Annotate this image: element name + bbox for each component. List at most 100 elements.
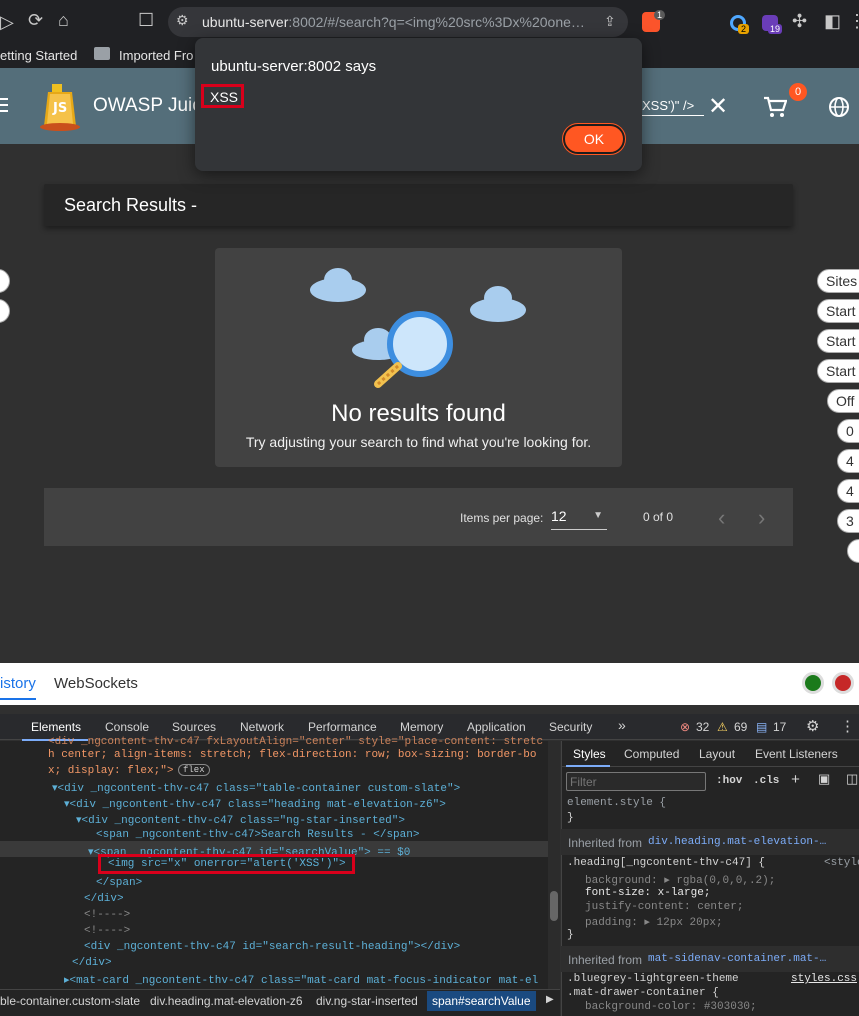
devtools-top-tab-websockets[interactable]: WebSockets: [54, 675, 138, 692]
message-count[interactable]: 17: [773, 720, 786, 734]
theme-rule-source[interactable]: styles.css: [791, 973, 857, 985]
hov-toggle[interactable]: :hov: [716, 775, 742, 787]
bookmark-icon[interactable]: ☐: [138, 10, 154, 31]
code-line-13[interactable]: <div _ngcontent-thv-c47 id="search-resul…: [84, 941, 460, 953]
tab-network[interactable]: Network: [240, 720, 284, 734]
next-page-icon[interactable]: ›: [758, 505, 765, 531]
extensions-puzzle-icon[interactable]: ✣: [792, 11, 807, 32]
breadcrumb-searchvalue[interactable]: span#searchValue: [427, 991, 536, 1011]
warning-count[interactable]: 69: [734, 720, 747, 734]
reload-icon[interactable]: ⟳: [28, 10, 43, 31]
code-line-12[interactable]: <!---->: [84, 925, 130, 937]
code-line-11[interactable]: <!---->: [84, 909, 130, 921]
forward-icon[interactable]: ▷: [0, 12, 14, 33]
styles-tab-layout[interactable]: Layout: [699, 747, 735, 761]
element-style-rule[interactable]: element.style {: [567, 797, 666, 809]
tab-memory[interactable]: Memory: [400, 720, 443, 734]
heading-prop-font-size[interactable]: font-size: x-large;: [585, 887, 710, 899]
styles-filter-input[interactable]: [566, 772, 706, 791]
hamburger-menu-icon[interactable]: [0, 98, 8, 112]
alert-ok-button[interactable]: OK: [562, 123, 626, 155]
cls-toggle[interactable]: .cls: [753, 775, 779, 787]
heading-prop-justify[interactable]: justify-content: center;: [585, 901, 743, 913]
code-line-6[interactable]: <span _ngcontent-thv-c47>Search Results …: [96, 829, 419, 841]
bookmark-getting-started[interactable]: etting Started: [0, 48, 77, 63]
tab-security[interactable]: Security: [549, 720, 592, 734]
status-green-icon[interactable]: [802, 672, 824, 694]
theme-prop-background-color[interactable]: background-color: #303030;: [585, 1001, 757, 1013]
code-line-5[interactable]: ▾<div _ngcontent-thv-c47 class="ng-star-…: [76, 813, 405, 827]
heading-rule-selector[interactable]: .heading[_ngcontent-thv-c47] {: [567, 857, 765, 869]
bug-icon[interactable]: [832, 672, 854, 694]
code-line-0: <div _ngcontent-thv-c47 fxLayoutAlign="c…: [48, 736, 544, 748]
flex-badge[interactable]: flex: [178, 764, 210, 776]
sidebar-toggle-styles-icon[interactable]: ◫: [846, 772, 858, 787]
share-icon[interactable]: ⇪: [604, 13, 616, 30]
code-line-9[interactable]: </span>: [96, 877, 142, 889]
heading-rule-source[interactable]: <style: [824, 857, 859, 869]
side-chip-4b[interactable]: 4: [837, 479, 859, 503]
code-line-14[interactable]: </div>: [72, 957, 112, 969]
heading-prop-background[interactable]: background: ▸ rgba(0,0,0,.2);: [585, 873, 775, 887]
side-chip-0[interactable]: 0: [837, 419, 859, 443]
tab-sources[interactable]: Sources: [172, 720, 216, 734]
breadcrumb-scroll-icon[interactable]: ▶: [546, 994, 554, 1005]
heading-text: Search Results -: [64, 195, 198, 215]
more-tabs-icon[interactable]: »: [618, 717, 626, 733]
devtools-menu-icon[interactable]: ⋮: [840, 717, 855, 735]
side-chip-sites[interactable]: Sites: [817, 269, 859, 293]
devtools-top-tab-history[interactable]: istory: [0, 675, 36, 700]
inherited-label-2: Inherited from: [568, 953, 643, 967]
code-line-3[interactable]: ▾<div _ngcontent-thv-c47 class="table-co…: [52, 781, 460, 795]
theme-rule-selector-a[interactable]: .bluegrey-lightgreen-theme: [567, 973, 739, 985]
app-title[interactable]: OWASP Juic: [93, 95, 202, 117]
menu-icon[interactable]: ⋮: [848, 11, 859, 32]
code-line-10[interactable]: </div>: [84, 893, 124, 905]
home-icon[interactable]: ⌂: [58, 10, 69, 31]
side-chip-4a[interactable]: 4: [837, 449, 859, 473]
side-chip-start-1[interactable]: Start: [817, 299, 859, 323]
inherited-target-1[interactable]: div.heading.mat-elevation-…: [648, 836, 826, 848]
tab-performance[interactable]: Performance: [308, 720, 377, 734]
styles-tab-computed[interactable]: Computed: [624, 747, 679, 761]
inherited-target-2[interactable]: mat-sidenav-container.mat-…: [648, 953, 826, 965]
items-per-page-select[interactable]: 12 ▼: [551, 508, 607, 530]
breadcrumb-table-container[interactable]: ble-container.custom-slate: [0, 994, 140, 1008]
theme-rule-selector-b[interactable]: .mat-drawer-container {: [567, 987, 719, 999]
code-text-3: <div _ngcontent-thv-c47 class="table-con…: [57, 783, 461, 795]
side-chip-start-3[interactable]: Start: [817, 359, 859, 383]
heading-prop-padding[interactable]: padding: ▸ 12px 20px;: [585, 915, 723, 929]
side-chip-start-2[interactable]: Start: [817, 329, 859, 353]
element-state-icon[interactable]: ▣: [818, 772, 830, 787]
sidebar-toggle-icon[interactable]: ◧: [824, 11, 841, 32]
styles-tab-event-listeners[interactable]: Event Listeners: [755, 747, 838, 761]
breadcrumb-ng-star[interactable]: div.ng-star-inserted: [316, 994, 418, 1008]
cart-icon[interactable]: [763, 96, 787, 118]
extension-badge-1: 2: [738, 24, 750, 34]
left-chip-2[interactable]: [0, 299, 10, 323]
close-search-icon[interactable]: ✕: [708, 92, 728, 121]
styles-tab-styles[interactable]: Styles: [573, 747, 606, 761]
side-chip-3[interactable]: 3: [837, 509, 859, 533]
code-line-8[interactable]: <img src="x" onerror="alert('XSS')">: [108, 858, 346, 870]
tab-elements[interactable]: Elements: [31, 720, 81, 734]
tab-application[interactable]: Application: [467, 720, 526, 734]
breadcrumb-heading[interactable]: div.heading.mat-elevation-z6: [150, 994, 303, 1008]
error-count[interactable]: 32: [696, 720, 709, 734]
settings-gear-icon[interactable]: ⚙: [806, 717, 819, 735]
previous-page-icon[interactable]: ‹: [718, 505, 725, 531]
bookmark-imported[interactable]: Imported Fro: [119, 48, 193, 63]
left-chip-1[interactable]: t: [0, 269, 10, 293]
elements-scrollbar[interactable]: [548, 741, 560, 989]
site-info-icon[interactable]: ⚙: [176, 12, 189, 29]
side-chip-off[interactable]: Off: [827, 389, 859, 413]
styles-active-indicator: [566, 765, 610, 767]
code-line-4[interactable]: ▾<div _ngcontent-thv-c47 class="heading …: [64, 797, 446, 811]
new-rule-icon[interactable]: +: [791, 772, 800, 789]
tab-console[interactable]: Console: [105, 720, 149, 734]
extension-badge-2: 19: [768, 24, 783, 34]
language-globe-icon[interactable]: [828, 96, 850, 118]
code-line-15[interactable]: ▸<mat-card _ngcontent-thv-c47 class="mat…: [64, 973, 538, 987]
side-chip-empty[interactable]: [847, 539, 859, 563]
url-text[interactable]: ubuntu-server:8002/#/search?q=<img%20src…: [202, 14, 594, 30]
